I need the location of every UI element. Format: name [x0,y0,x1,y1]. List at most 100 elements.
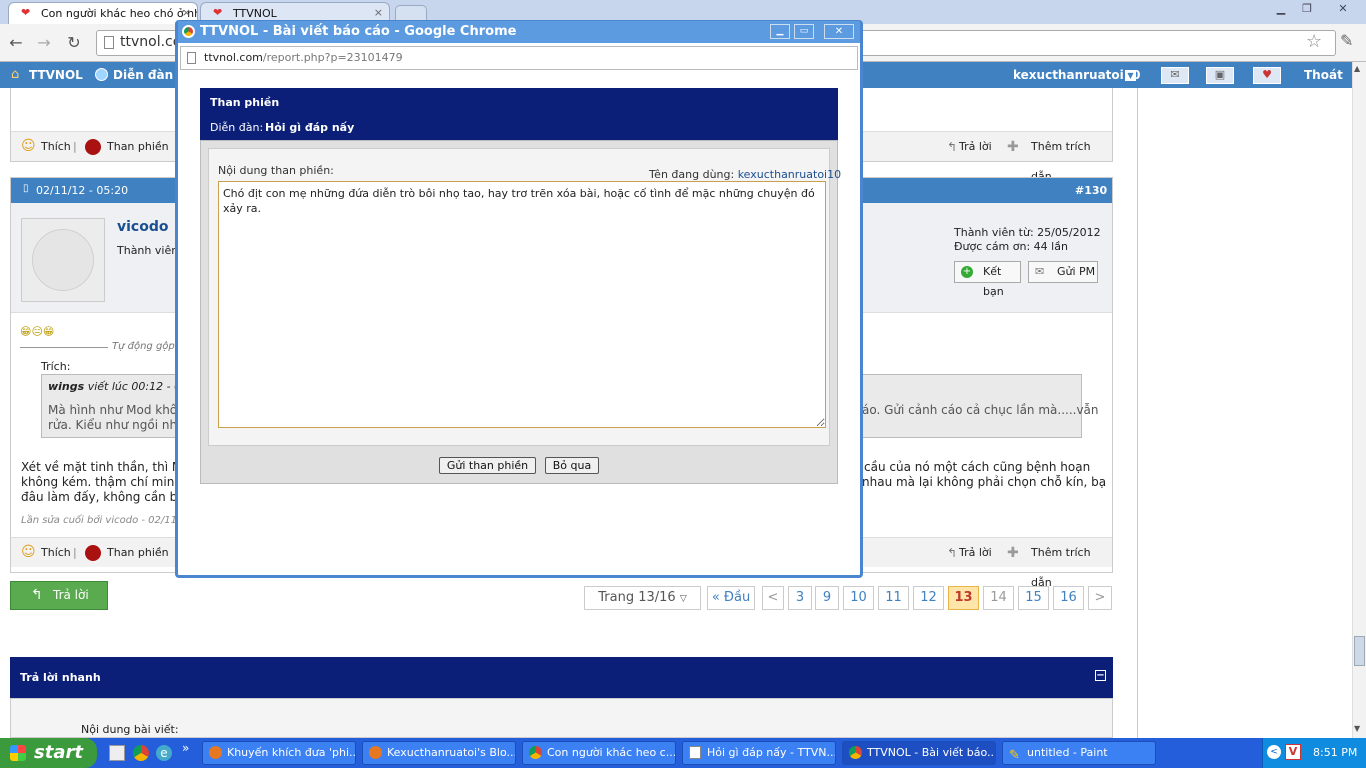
quick-reply-title: Trả lời nhanh [20,671,101,684]
plus-icon: ✚ [1007,545,1019,561]
reply-arrow-icon: ↰ [947,546,958,560]
post-body-1-end: cầu của nó một cách cũng bệnh hoạn [864,460,1091,474]
minimize-button[interactable]: ▁ [1270,2,1292,16]
nav-username[interactable]: kexucthanruatoi10 [1013,62,1140,88]
reply-arrow-icon: ↰ [947,140,958,154]
avatar[interactable] [21,218,105,302]
back-icon[interactable]: ← [6,33,26,53]
user-value[interactable]: kexucthanruatoi10 [738,168,841,181]
quote-label: Trích: [41,360,71,373]
chevron-down-icon[interactable]: ▼ [1125,70,1136,81]
nav-home[interactable]: TTVNOL [29,62,83,88]
forum-name: Hỏi gì đáp nấy [265,121,355,134]
star-icon[interactable]: ☆ [1306,31,1322,52]
taskbar-item[interactable]: Hỏi gì đáp nấy - TTVN... [682,741,836,765]
auto-merge-note: Tự động gộp [112,341,175,352]
quote-text-2: rửa. Kiểu như ngồi nhìn [48,418,189,432]
cancel-button[interactable]: Bỏ qua [545,457,599,474]
nav-logout[interactable]: Thoát [1304,62,1343,88]
complain-link[interactable]: Than phiền [107,132,169,162]
complaint-label: Nội dung than phiền: [218,164,334,177]
heart-favicon-icon: ❤ [213,6,223,19]
pager-page[interactable]: 15 [1018,586,1049,610]
pager-prev[interactable]: < [762,586,784,610]
quote-text-1: Mà hình như Mod không [48,403,193,417]
page-indicator[interactable]: Trang 13/16 ▽ [584,586,701,610]
quick-reply-header: Trả lời nhanh − [10,657,1113,698]
close-tab-icon[interactable]: × [182,6,191,19]
ie-icon[interactable]: e [156,745,172,761]
send-pm-button[interactable]: ✉ Gửi PM [1028,261,1098,283]
taskbar-item-label: Hỏi gì đáp nấy - TTVN... [707,746,836,759]
popup-close-button[interactable]: ✕ [824,24,854,39]
submit-complaint-button[interactable]: Gửi than phiền [439,457,536,474]
pager-page[interactable]: 9 [815,586,839,610]
page-icon [187,52,196,64]
close-tab-icon[interactable]: × [374,6,383,19]
notification-icon[interactable]: ▣ [1206,67,1234,84]
post-author[interactable]: vicodo [117,219,168,235]
complain-link[interactable]: Than phiền [107,538,169,568]
taskbar-item[interactable]: ✎ untitled - Paint [1002,741,1156,765]
scroll-down-icon[interactable]: ▼ [1354,724,1360,733]
pager-first[interactable]: « Đầu [707,586,755,610]
popup-minimize-button[interactable]: ▁ [770,24,790,39]
globe-icon [95,68,108,81]
scroll-thumb[interactable] [1354,636,1365,666]
reply-link[interactable]: Trả lời [959,132,992,162]
taskbar-item[interactable]: Con người khác heo c... [522,741,676,765]
report-title: Than phiền [210,96,280,109]
clock: 8:51 PM [1313,746,1358,759]
close-window-button[interactable]: ✕ [1328,2,1358,16]
popup-url-domain: ttvnol.com [204,51,263,64]
like-link[interactable]: Thích [41,132,71,162]
forward-icon[interactable]: → [34,33,54,53]
pager-page[interactable]: 14 [983,586,1014,610]
reply-button[interactable]: ↰ Trả lời [10,581,108,610]
like-link[interactable]: Thích [41,538,71,568]
taskbar-item-active[interactable]: TTVNOL - Bài viết báo... [842,741,996,765]
tray-chevron-icon[interactable]: < [1267,745,1281,759]
pager-next[interactable]: > [1088,586,1112,610]
chevron-down-icon: ▽ [679,594,687,604]
reply-link[interactable]: Trả lời [959,538,992,568]
taskbar-item-label: Khuyến khích đưa 'phi... [227,746,356,759]
add-quote-link[interactable]: Thêm trích dẫn [1031,132,1112,183]
collapse-button[interactable]: − [1095,670,1106,681]
pager-page[interactable]: 12 [913,586,944,610]
add-friend-button[interactable]: + Kết bạn [954,261,1021,298]
taskbar-item[interactable]: Khuyến khích đưa 'phi... [202,741,356,765]
taskbar-item[interactable]: Kexucthanruatoi's Blo... [362,741,516,765]
notepad-icon[interactable] [109,745,125,761]
smile-icon: ☺ [21,138,36,154]
smiley-avatar-icon [32,229,94,291]
add-quote-link[interactable]: Thêm trích dẫn [1031,538,1112,589]
add-friend-label: Kết bạn [983,265,1004,298]
pager-page[interactable]: 16 [1053,586,1084,610]
quicklaunch-more[interactable]: » [182,741,189,755]
angry-icon [85,545,101,561]
post-number[interactable]: #130 [1075,184,1107,197]
chrome-icon[interactable] [133,745,149,761]
antivirus-icon[interactable]: V [1285,744,1301,760]
pager-page[interactable]: 11 [878,586,909,610]
popup-maximize-button[interactable]: ▭ [794,24,814,39]
reload-icon[interactable]: ↻ [64,33,84,53]
mail-icon[interactable]: ✉ [1161,67,1189,84]
page-indicator-label: Trang 13/16 [598,590,676,605]
complaint-textarea[interactable]: Chó địt con mẹ những đứa diễn trò bôi nh… [218,181,826,428]
restore-button[interactable]: ❐ [1296,2,1318,16]
nav-forum[interactable]: Diễn đàn [113,62,173,88]
vertical-scrollbar[interactable]: ▲ ▼ [1352,62,1366,738]
taskbar-item-label: untitled - Paint [1027,746,1108,759]
scroll-up-icon[interactable]: ▲ [1354,64,1360,73]
wrench-icon[interactable]: ✎ [1340,31,1353,50]
tab-label: Con người khác heo chó ở nhi [41,7,198,20]
pager-page[interactable]: 3 [788,586,812,610]
pager-page[interactable]: 10 [843,586,874,610]
forum-label: Diễn đàn: [210,121,264,134]
tab-active[interactable]: ❤ Con người khác heo chó ở nhi × [8,2,198,24]
popup-url-bar[interactable]: ttvnol.com/report.php?p=23101479 [180,46,858,70]
start-button[interactable]: start [0,738,97,768]
friends-icon[interactable]: ♥ [1253,67,1281,84]
